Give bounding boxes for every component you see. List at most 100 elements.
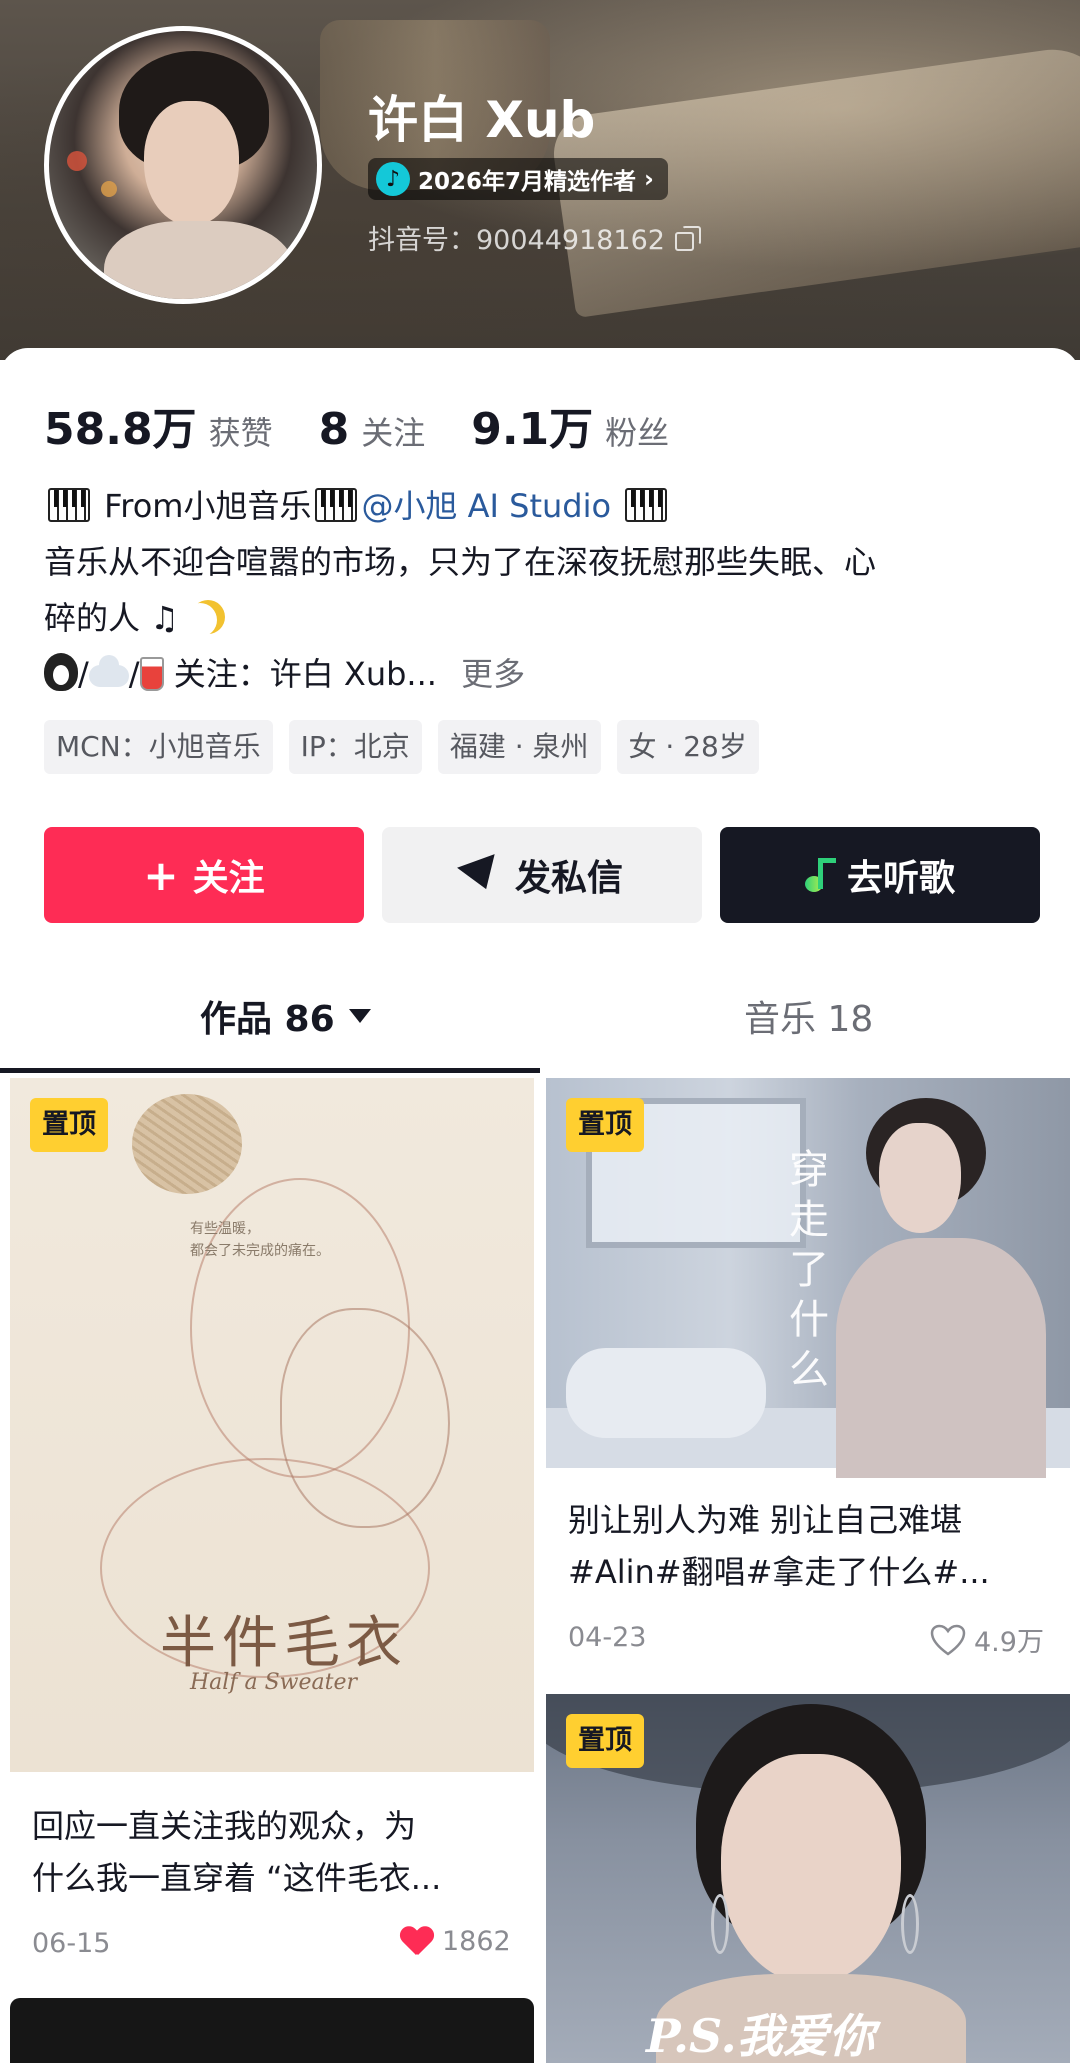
tag-ip: IP：北京 [288,720,422,774]
cloud-icon [88,655,129,687]
caption-line: 什么我一直穿着 “这件毛衣... [32,1859,442,1897]
badge-label: 2026年7月精选作者 [418,169,637,195]
caption-line: 别让别人为难 别让自己难堪 [568,1501,963,1539]
avatar-sweater [104,221,294,299]
bio-text: 碎的人 [44,599,141,637]
more-link[interactable]: 更多 [461,655,525,693]
video-caption[interactable]: 回应一直关注我的观众，为 什么我一直穿着 “这件毛衣... [32,1800,532,1904]
video-thumbnail[interactable]: 有些温暖， 都会了未完成的痛在。 半件毛衣 Half a Sweater 置顶 [10,1078,534,1772]
bokeh-light [67,151,87,171]
douyin-id: 抖音号：90044918162 [368,218,701,257]
stat-label: 粉丝 [605,414,670,452]
video-thumbnail[interactable]: P.S.我爱你 置顶 [546,1694,1070,2063]
bio-text: From小旭音乐 [94,487,312,525]
sketch-face-image [280,1308,450,1528]
drink-icon [139,657,164,691]
tab-active-indicator [0,1068,540,1073]
stat-value: 8 [318,404,350,455]
cover-small-line: 有些温暖， [190,1221,260,1237]
douyin-logo-icon: ♪ [376,162,410,196]
tab-works[interactable]: 作品 86 [200,990,371,1042]
earring-image [711,1894,729,1954]
content-tabs: 作品 86 音乐 18 [0,960,1080,1075]
caret-down-icon[interactable] [348,1009,371,1023]
bio-line: 音乐从不迎合喧嚣的市场，只为了在深夜抚慰那些失眠、心 [44,534,1044,590]
stat-label: 获赞 [208,414,273,452]
heart-filled-icon [400,1927,434,1957]
chevron-right-icon: › [644,165,654,193]
listen-button[interactable]: 去听歌 [720,827,1040,923]
piano-icon [315,488,358,522]
stat-likes[interactable]: 58.8万 获赞 [44,393,273,457]
video-date: 04-23 [568,1622,647,1653]
bio-line: From小旭音乐 @小旭 AI Studio [44,478,1044,534]
action-buttons: + 关注 发私信 去听歌 [44,827,1040,923]
yarn-ball-image [132,1094,242,1194]
cover-vertical-title: 穿走了什么 [782,1148,828,1398]
featured-author-badge[interactable]: ♪ 2026年7月精选作者 › [368,158,668,200]
cover-title: 半件毛衣 [160,1611,408,1676]
pinned-badge: 置顶 [566,1714,644,1768]
bio-text: 关注：许白 Xub... [173,655,437,693]
stats-row: 58.8万 获赞 8 关注 9.1万 粉丝 [44,393,715,457]
avatar[interactable] [44,26,322,304]
music-note-icon [804,858,836,892]
heart-outline-icon [930,1624,966,1656]
tag-list: MCN：小旭音乐 IP：北京 福建 · 泉州 女 · 28岁 [44,720,759,774]
video-caption[interactable]: 别让别人为难 别让自己难堪 #Alin#翻唱#拿走了什么#... [568,1494,1068,1598]
bio: From小旭音乐 @小旭 AI Studio 音乐从不迎合喧嚣的市场，只为了在深夜… [44,478,1044,702]
separator: / [128,655,140,693]
douyin-id-text: 抖音号：90044918162 [368,225,665,256]
tag-gender-age: 女 · 28岁 [616,720,759,774]
piano-icon [625,488,668,522]
avatar-face [144,101,239,226]
like-count-value: 4.9万 [974,1627,1044,1658]
message-button[interactable]: 发私信 [382,827,702,923]
video-date: 06-15 [32,1928,111,1959]
penguin-icon [44,653,78,691]
bokeh-light [101,181,117,197]
copy-icon[interactable] [674,225,701,251]
piano-icon [48,488,90,522]
video-thumbnail[interactable]: 穿走了什么 置顶 [546,1078,1070,1478]
stat-label: 关注 [361,414,426,452]
caption-line: 回应一直关注我的观众，为 [32,1807,417,1845]
bio-text: 音乐从不迎合喧嚣的市场，只为了在深夜抚慰那些失眠、心 [44,543,877,581]
tab-music-label: 音乐 18 [744,999,874,1040]
tab-music[interactable]: 音乐 18 [744,990,873,1042]
pinned-badge: 置顶 [30,1098,108,1152]
username: 许白 Xub [368,91,596,149]
moon-icon [183,603,217,637]
caption-line: #Alin#翻唱#拿走了什么#... [568,1553,990,1591]
plus-icon: + [143,850,179,900]
tab-works-label: 作品 86 [200,999,335,1040]
cover-title: P.S.我爱你 [646,2009,875,2063]
woman-image [836,1238,1046,1478]
follow-button[interactable]: + 关注 [44,827,364,923]
send-icon [457,854,505,896]
cover-small-line: 都会了未完成的痛在。 [190,1243,330,1259]
earring-image [901,1894,919,1954]
pinned-badge: 置顶 [566,1098,644,1152]
cover-small-text: 有些温暖， 都会了未完成的痛在。 [190,1218,330,1262]
bio-line: / / 关注：许白 Xub... 更多 [44,646,1044,702]
woman-face [879,1123,961,1233]
stat-value: 9.1万 [471,404,594,455]
mention-link[interactable]: @小旭 AI Studio [361,487,611,525]
message-label: 发私信 [514,858,623,899]
stat-followers[interactable]: 9.1万 粉丝 [471,393,669,457]
listen-label: 去听歌 [846,858,955,899]
separator: / [78,655,89,693]
tag-location: 福建 · 泉州 [437,720,601,774]
music-note-icon: ♫ [150,599,179,637]
cover-subtitle: Half a Sweater [190,1670,357,1695]
tag-mcn[interactable]: MCN：小旭音乐 [44,720,273,774]
like-count[interactable]: 1862 [400,1926,511,1957]
follow-label: 关注 [192,858,265,899]
stat-value: 58.8万 [44,404,197,455]
like-count-value: 1862 [442,1926,511,1957]
stat-following[interactable]: 8 关注 [319,404,426,455]
like-count[interactable]: 4.9万 [930,1620,1044,1659]
video-thumbnail[interactable] [10,1998,534,2063]
woman-face [721,1754,901,1984]
